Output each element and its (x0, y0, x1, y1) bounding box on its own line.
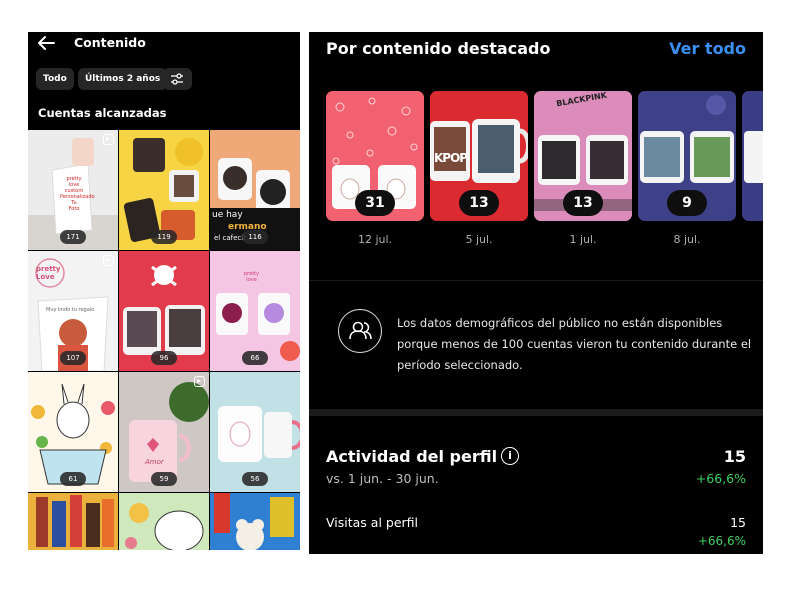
post-thumbnail[interactable]: pretty love custom Personalizado Tu Foto… (28, 130, 118, 250)
reach-count: 107 (60, 351, 86, 365)
post-thumbnail[interactable]: 119 (119, 130, 209, 250)
reach-count: 61 (60, 472, 86, 486)
reach-count: 96 (151, 351, 177, 365)
post-image (28, 493, 118, 550)
post-thumbnail[interactable]: 61 (28, 372, 118, 492)
featured-content-title: Por contenido destacado (326, 39, 551, 58)
reach-count: 119 (151, 230, 177, 244)
card-count-badge: 9 (667, 190, 707, 216)
page-title: Contenido (74, 35, 146, 50)
post-thumbnail[interactable]: Amor 59 (119, 372, 209, 492)
post-image (742, 91, 763, 221)
card-caption: KPOP (434, 151, 468, 165)
sliders-icon (171, 73, 183, 85)
profile-activity-title: Actividad del perfil (326, 447, 498, 466)
reel-icon (194, 376, 205, 387)
profile-activity-value: 15 (723, 447, 746, 466)
reach-count: 116 (242, 230, 268, 244)
card-count-badge: 31 (355, 190, 395, 216)
see-all-link[interactable]: Ver todo (669, 39, 746, 58)
post-thumbnail[interactable]: 56 (210, 372, 300, 492)
featured-post-card[interactable]: 9 (638, 91, 736, 221)
profile-visits-value: 15 (730, 515, 746, 530)
post-image (210, 493, 300, 550)
comparison-period: vs. 1 jun. - 30 jun. (326, 471, 439, 486)
featured-post-card[interactable]: KPOP 13 (430, 91, 528, 221)
reach-count: 56 (242, 472, 268, 486)
post-thumbnail[interactable] (28, 493, 118, 550)
section-title: Cuentas alcanzadas (38, 106, 167, 120)
card-date: 8 jul. (673, 233, 701, 246)
post-caption: pretty love custom Personalizado Tu Foto (60, 176, 95, 212)
featured-post-card[interactable] (742, 91, 763, 221)
filter-settings-button[interactable] (163, 68, 192, 90)
reach-count: 59 (151, 472, 177, 486)
card-count-badge: 13 (459, 190, 499, 216)
post-caption: Amor (145, 458, 164, 466)
filter-chip-all[interactable]: Todo (36, 68, 74, 90)
post-caption: ue hay (212, 210, 243, 220)
post-caption: pretty love (244, 271, 260, 283)
featured-post-card[interactable]: BLACKPINK 13 (534, 91, 632, 221)
card-date: 5 jul. (465, 233, 493, 246)
featured-post-card[interactable]: 31 (326, 91, 424, 221)
post-thumbnail[interactable]: pretty love 66 (210, 251, 300, 371)
profile-activity-delta: +66,6% (695, 471, 746, 486)
posts-grid: pretty love custom Personalizado Tu Foto… (28, 130, 300, 550)
info-icon[interactable]: i (501, 447, 519, 465)
insights-panel: Por contenido destacado Ver todo 31 KPOP… (309, 32, 763, 554)
post-caption: Muy lindo tu regalo (46, 307, 95, 313)
post-thumbnail[interactable]: pretty Love Muy lindo tu regalo 107 (28, 251, 118, 371)
post-thumbnail[interactable]: ue hay ermano el cafecit 116 (210, 130, 300, 250)
post-thumbnail[interactable]: 96 (119, 251, 209, 371)
section-divider (309, 280, 763, 281)
post-thumbnail[interactable] (119, 493, 209, 550)
reach-count: 171 (60, 230, 86, 244)
reel-icon (103, 134, 114, 145)
card-date: 12 jul. (357, 233, 393, 246)
content-header: Contenido (28, 32, 300, 56)
people-icon (338, 309, 382, 353)
post-caption: pretty Love (36, 265, 61, 281)
profile-visits-label: Visitas al perfil (326, 515, 418, 530)
post-image (119, 493, 209, 550)
post-thumbnail[interactable] (210, 493, 300, 550)
demographics-message: Los datos demográficos del público no es… (397, 316, 752, 372)
card-date: 1 jul. (569, 233, 597, 246)
reel-icon (103, 255, 114, 266)
card-count-badge: 13 (563, 190, 603, 216)
filter-chip-date-range[interactable]: Últimos 2 años (78, 68, 168, 90)
back-arrow-icon[interactable] (36, 34, 56, 52)
section-divider (309, 409, 763, 416)
profile-visits-delta: +66,6% (697, 534, 746, 548)
reach-count: 66 (242, 351, 268, 365)
content-panel: Contenido Todo Últimos 2 años Cuentas al… (28, 32, 300, 550)
